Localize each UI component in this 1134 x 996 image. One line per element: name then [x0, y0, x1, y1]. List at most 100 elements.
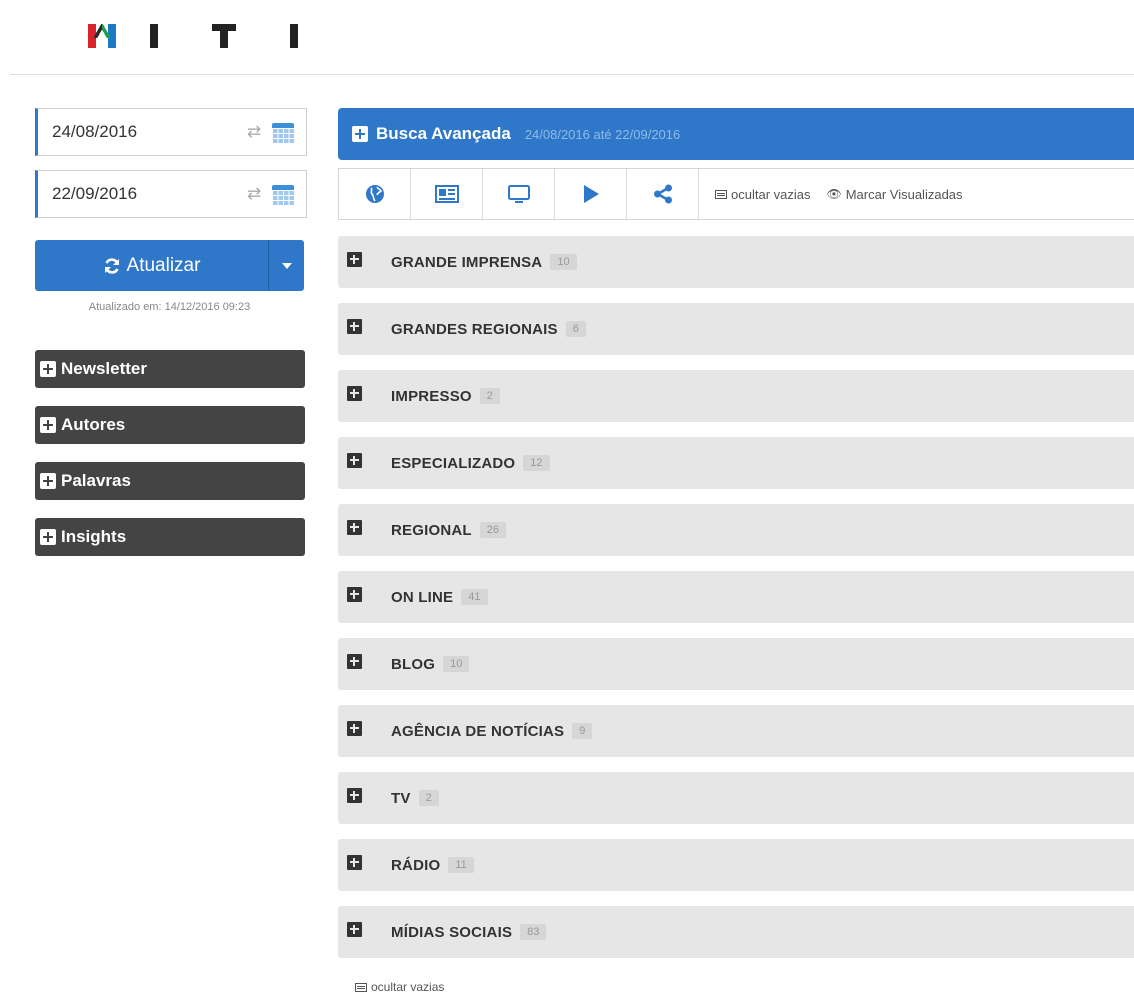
category-label: TV: [391, 789, 411, 807]
logo-letter-t: [212, 24, 236, 48]
category-row[interactable]: GRANDES REGIONAIS 6: [338, 303, 1134, 355]
category-row[interactable]: TV 2: [338, 772, 1134, 824]
category-count-badge: 6: [565, 321, 586, 337]
list-icon: [715, 189, 727, 199]
category-count-badge: 12: [523, 455, 550, 471]
miti-logo[interactable]: [88, 22, 352, 50]
category-label: GRANDE IMPRENSA: [391, 253, 543, 271]
expand-icon[interactable]: [347, 385, 362, 401]
swap-icon[interactable]: ⇄: [242, 184, 266, 204]
category-count-badge: 26: [479, 522, 507, 538]
logo-letter-i: [150, 24, 158, 48]
expand-icon[interactable]: [347, 787, 362, 803]
footer-hide-empty-toggle[interactable]: ocultar vazias: [355, 980, 444, 994]
category-label: ESPECIALIZADO: [391, 454, 516, 472]
expand-icon[interactable]: [347, 318, 362, 334]
filter-video-button[interactable]: [555, 169, 627, 219]
panel-palavras[interactable]: Palavras: [35, 462, 305, 500]
list-icon: [355, 982, 367, 992]
expand-icon[interactable]: [347, 653, 362, 669]
share-icon: [653, 184, 672, 204]
category-label: REGIONAL: [391, 521, 472, 539]
category-label: IMPRESSO: [391, 387, 472, 405]
expand-icon[interactable]: [347, 854, 362, 870]
category-count-badge: 83: [520, 924, 547, 940]
plus-icon: [40, 417, 56, 433]
category-row[interactable]: ESPECIALIZADO 12: [338, 437, 1134, 489]
advanced-search-title: Busca Avançada: [376, 124, 511, 143]
newspaper-icon: [434, 185, 459, 203]
filter-print-button[interactable]: [411, 169, 483, 219]
hide-empty-label: ocultar vazias: [731, 186, 811, 202]
category-label: AGÊNCIA DE NOTÍCIAS: [391, 722, 565, 740]
expand-icon[interactable]: [347, 586, 362, 602]
calendar-icon[interactable]: [272, 121, 294, 143]
expand-icon[interactable]: [347, 251, 362, 267]
category-label: BLOG: [391, 655, 436, 673]
category-count-badge: 2: [479, 388, 500, 404]
category-row[interactable]: GRANDE IMPRENSA 10: [338, 236, 1134, 288]
panel-label: Insights: [61, 527, 127, 546]
category-row[interactable]: ON LINE 41: [338, 571, 1134, 623]
category-count-badge: 9: [572, 723, 593, 739]
panel-label: Palavras: [61, 471, 131, 490]
category-row[interactable]: IMPRESSO 2: [338, 370, 1134, 422]
mark-viewed-toggle[interactable]: 👁 Marcar Visualizadas: [826, 187, 962, 202]
footer-hide-empty-label: ocultar vazias: [371, 980, 445, 994]
category-row[interactable]: MÍDIAS SOCIAIS 83: [338, 906, 1134, 958]
hide-empty-toggle[interactable]: ocultar vazias: [715, 187, 810, 202]
category-count-badge: 41: [461, 589, 488, 605]
category-row[interactable]: RÁDIO 11: [338, 839, 1134, 891]
mark-viewed-label: Marcar Visualizadas: [845, 186, 963, 202]
end-date-value[interactable]: 22/09/2016: [52, 184, 242, 204]
logo-letter-i-2: [290, 24, 298, 48]
refresh-label: Atualizar: [126, 254, 201, 276]
refresh-dropdown-toggle[interactable]: [269, 240, 304, 291]
caret-down-icon: [281, 262, 292, 269]
category-label: ON LINE: [391, 588, 454, 606]
refresh-button[interactable]: Atualizar: [35, 240, 269, 291]
media-toolbar: ocultar vazias 👁 Marcar Visualizadas: [338, 168, 1134, 220]
start-date-value[interactable]: 24/08/2016: [52, 122, 242, 142]
category-count-badge: 10: [550, 254, 577, 270]
category-count-badge: 10: [443, 656, 470, 672]
filter-tv-button[interactable]: [483, 169, 555, 219]
expand-icon[interactable]: [347, 921, 362, 937]
swap-icon[interactable]: ⇄: [242, 122, 266, 142]
globe-icon: [365, 185, 384, 203]
category-label: GRANDES REGIONAIS: [391, 320, 558, 338]
panel-newsletter[interactable]: Newsletter: [35, 350, 305, 388]
panel-label: Newsletter: [61, 359, 147, 378]
monitor-icon: [507, 185, 530, 203]
advanced-search-bar[interactable]: Busca Avançada 24/08/2016 até 22/09/2016: [338, 108, 1134, 160]
search-date-range: 24/08/2016 até 22/09/2016: [524, 126, 681, 142]
category-row[interactable]: BLOG 10: [338, 638, 1134, 690]
panel-insights[interactable]: Insights: [35, 518, 305, 556]
filter-social-button[interactable]: [627, 169, 699, 219]
category-row[interactable]: AGÊNCIA DE NOTÍCIAS 9: [338, 705, 1134, 757]
plus-icon: [40, 529, 56, 545]
filter-web-button[interactable]: [339, 169, 411, 219]
category-row[interactable]: REGIONAL 26: [338, 504, 1134, 556]
start-date-field[interactable]: 24/08/2016 ⇄: [35, 108, 307, 156]
expand-icon[interactable]: [347, 519, 362, 535]
panel-autores[interactable]: Autores: [35, 406, 305, 444]
plus-icon: [40, 361, 56, 377]
calendar-icon[interactable]: [272, 183, 294, 205]
category-label: MÍDIAS SOCIAIS: [391, 923, 513, 941]
plus-icon: [40, 473, 56, 489]
category-count-badge: 2: [418, 790, 439, 806]
category-label: RÁDIO: [391, 856, 441, 874]
refresh-button-group: Atualizar: [35, 240, 304, 291]
eye-icon: 👁: [826, 187, 842, 201]
panel-label: Autores: [61, 415, 126, 434]
plus-icon: [352, 126, 368, 142]
end-date-field[interactable]: 22/09/2016 ⇄: [35, 170, 307, 218]
last-updated-text: Atualizado em: 14/12/2016 09:23: [88, 301, 251, 313]
play-icon: [583, 185, 599, 203]
refresh-icon: [104, 257, 119, 274]
logo-letter-m: [88, 24, 116, 48]
header-divider: [10, 74, 1134, 75]
expand-icon[interactable]: [347, 720, 362, 736]
expand-icon[interactable]: [347, 452, 362, 468]
